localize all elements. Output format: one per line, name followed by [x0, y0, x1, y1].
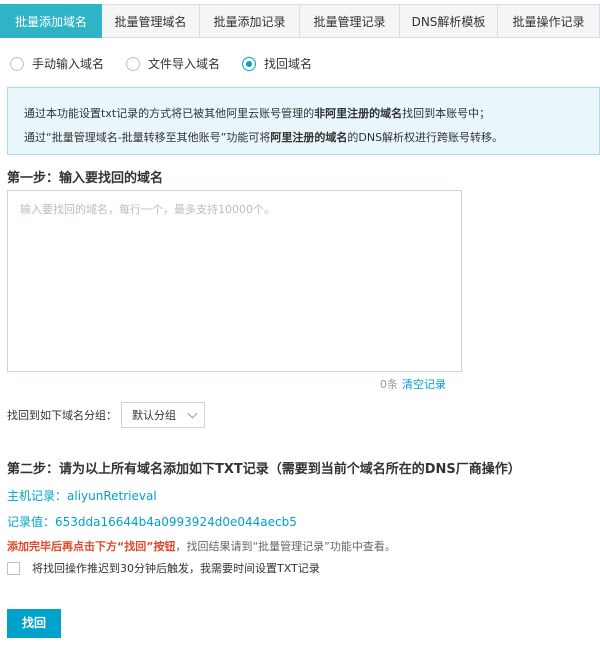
notice-line-1: 通过本功能设置txt记录的方式将已被其他阿里云账号管理的非阿里注册的域名找回到本… — [24, 107, 491, 120]
radio-circle-icon[interactable] — [10, 56, 24, 71]
group-select-value: 默认分组 — [132, 409, 176, 422]
host-record: 主机记录：aliyunRetrieval — [7, 489, 157, 503]
top-tabs: 批量添加域名 批量管理域名 批量添加记录 批量管理记录 DNS解析模板 批量操作… — [0, 4, 600, 38]
step1-title: 第一步：输入要找回的域名 — [7, 171, 164, 186]
radio-checked-icon[interactable] — [242, 56, 257, 71]
tab-batch-operation-record[interactable]: 批量操作记录 — [498, 4, 600, 38]
chevron-down-icon — [187, 408, 198, 418]
radio-file-import[interactable]: 文件导入域名 — [126, 55, 220, 72]
notice-line-2: 通过“批量管理域名-批量转移至其他账号”功能可将阿里注册的域名的DNS解析权进行… — [24, 131, 504, 144]
tab-batch-manage-record[interactable]: 批量管理记录 — [300, 4, 400, 38]
retrieve-button[interactable]: 找回 — [7, 609, 61, 638]
tab-batch-manage-domain[interactable]: 批量管理域名 — [102, 4, 200, 38]
tab-batch-add-domain[interactable]: 批量添加域名 — [0, 4, 102, 38]
delay-checkbox[interactable] — [7, 561, 20, 575]
radio-label: 文件导入域名 — [148, 57, 221, 71]
delay-checkbox-label: 将找回操作推迟到30分钟后触发，我需要时间设置TXT记录 — [32, 562, 320, 575]
clear-records-link[interactable]: 清空记录 — [402, 378, 446, 391]
radio-circle-icon[interactable] — [126, 56, 141, 71]
domain-group-select[interactable]: 默认分组 — [121, 402, 205, 428]
warning-text: 添加完毕后再点击下方“找回”按钮，找回结果请到“批量管理记录”功能中查看。 — [7, 540, 396, 553]
tab-batch-add-record[interactable]: 批量添加记录 — [200, 4, 300, 38]
warning-highlight: 添加完毕后再点击下方“找回”按钮 — [7, 540, 176, 553]
count-row: 0条 清空记录 — [380, 376, 446, 392]
domain-input-textarea[interactable] — [7, 190, 462, 372]
group-row: 找回到如下域名分组： 默认分组 — [7, 402, 205, 428]
import-mode-radio-group: 手动输入域名 文件导入域名 找回域名 — [10, 55, 334, 72]
step2-title: 第二步：请为以上所有域名添加如下TXT记录（需要到当前个域名所在的DNS厂商操作… — [7, 462, 521, 477]
radio-label: 找回域名 — [264, 57, 313, 71]
group-label: 找回到如下域名分组： — [7, 409, 117, 422]
radio-label: 手动输入域名 — [32, 57, 105, 71]
delay-option: 将找回操作推迟到30分钟后触发，我需要时间设置TXT记录 — [7, 560, 320, 576]
domain-count: 0条 — [380, 378, 398, 391]
tab-dns-template[interactable]: DNS解析模板 — [400, 4, 498, 38]
radio-manual-input[interactable]: 手动输入域名 — [10, 55, 104, 72]
record-value: 记录值：653dda16644b4a0993924d0e044aecb5 — [7, 515, 297, 529]
radio-retrieve-domain[interactable]: 找回域名 — [242, 55, 312, 72]
info-notice: 通过本功能设置txt记录的方式将已被其他阿里云账号管理的非阿里注册的域名找回到本… — [7, 87, 600, 155]
